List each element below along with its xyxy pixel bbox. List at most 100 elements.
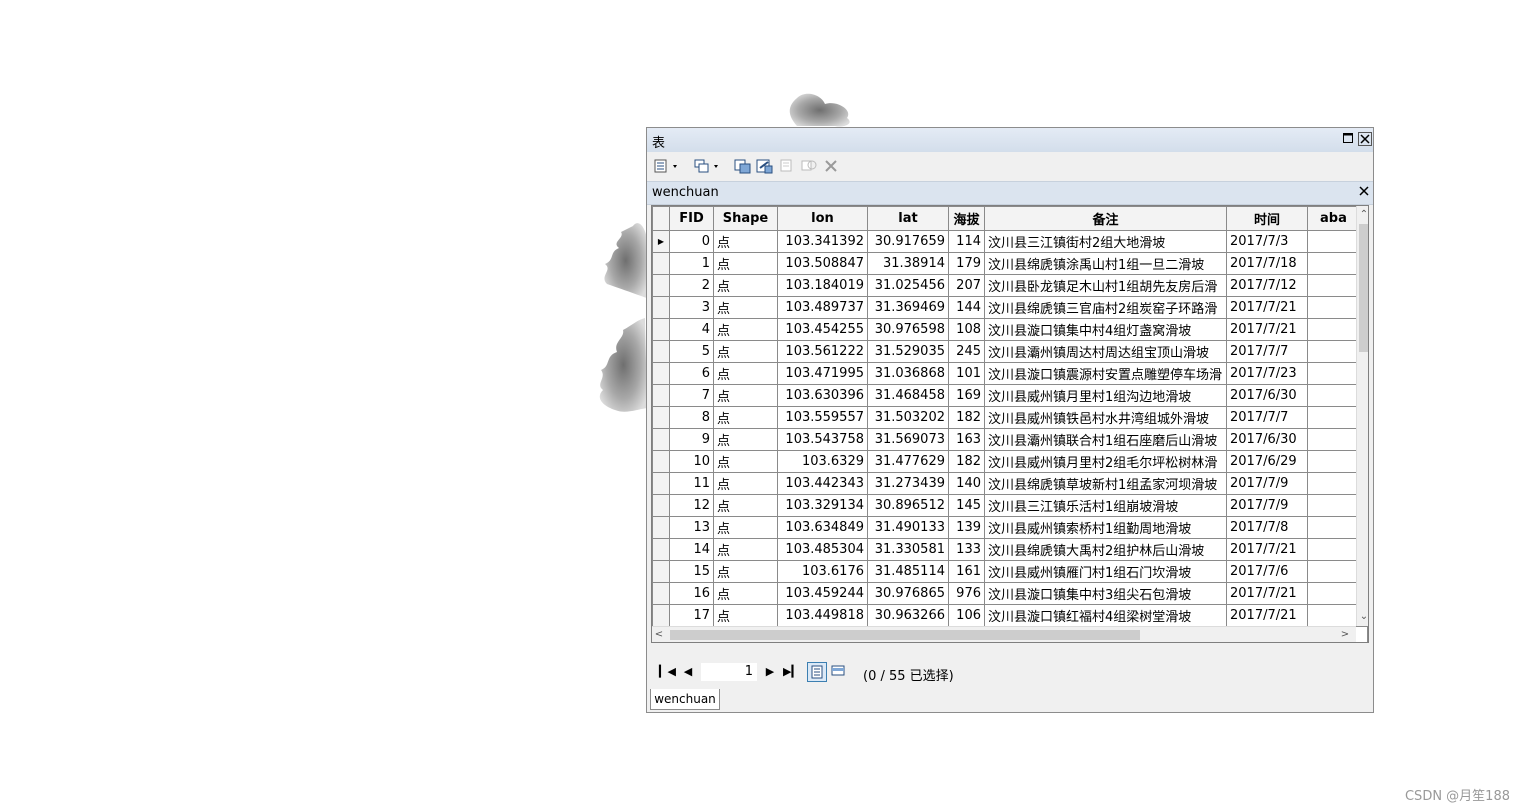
table-cell[interactable]: 179 [948, 252, 985, 275]
table-cell[interactable]: 10 [669, 450, 714, 473]
table-row[interactable]: 14 点 103.485304 31.330581 133 汶川县绵虒镇大禹村2组护林后山… [652, 538, 1368, 561]
table-cell[interactable]: 汶川县威州镇月里村1组沟边地滑坡 [984, 384, 1227, 407]
table-cell[interactable]: 2017/7/7 [1226, 340, 1308, 363]
table-cell[interactable]: 31.529035 [867, 340, 949, 363]
zoom-to-selected-icon[interactable] [799, 158, 819, 176]
table-cell[interactable]: 103.561222 [777, 340, 868, 363]
scroll-up-icon[interactable]: ⌃ [1357, 208, 1368, 222]
table-options-icon[interactable] [653, 158, 681, 176]
table-cell[interactable]: 31.330581 [867, 538, 949, 561]
table-cell[interactable]: 103.485304 [777, 538, 868, 561]
table-cell[interactable]: 汶川县威州镇铁邑村水井湾组城外滑坡 [984, 406, 1227, 429]
table-cell[interactable]: 点 [713, 252, 778, 275]
table-cell[interactable]: 8 [669, 406, 714, 429]
table-cell[interactable]: 2017/7/7 [1226, 406, 1308, 429]
row-selector[interactable] [652, 340, 670, 363]
table-cell[interactable]: 31.273439 [867, 472, 949, 495]
maximize-icon[interactable] [1341, 132, 1355, 146]
table-cell[interactable]: 31.036868 [867, 362, 949, 385]
previous-record-icon[interactable]: ◀ [681, 665, 695, 679]
table-row[interactable]: 2 点 103.184019 31.025456 207 汶川县卧龙镇足木山村1组胡先友房… [652, 274, 1368, 297]
table-cell[interactable]: 汶川县威州镇雁门村1组石门坎滑坡 [984, 560, 1227, 583]
table-cell[interactable]: 5 [669, 340, 714, 363]
table-cell[interactable]: 点 [713, 516, 778, 539]
show-all-records-icon[interactable] [807, 662, 827, 682]
row-selector[interactable] [652, 428, 670, 451]
table-cell[interactable]: 103.471995 [777, 362, 868, 385]
scroll-right-icon[interactable]: > [1338, 628, 1352, 642]
table-cell[interactable]: 31.38914 [867, 252, 949, 275]
table-cell[interactable]: 点 [713, 406, 778, 429]
table-cell[interactable]: 1 [669, 252, 714, 275]
table-cell[interactable]: 30.963266 [867, 604, 949, 627]
table-cell[interactable]: 2017/7/12 [1226, 274, 1308, 297]
table-cell[interactable]: 汶川县漩口镇集中村4组灯盏窝滑坡 [984, 318, 1227, 341]
table-row[interactable]: 3 点 103.489737 31.369469 144 汶川县绵虒镇三官庙村2组炭窑子环… [652, 296, 1368, 319]
table-cell[interactable]: 30.976598 [867, 318, 949, 341]
table-cell[interactable]: 2 [669, 274, 714, 297]
row-selector[interactable] [652, 582, 670, 605]
table-cell[interactable]: 103.459244 [777, 582, 868, 605]
table-cell[interactable]: 31.025456 [867, 274, 949, 297]
table-cell[interactable]: 30.917659 [867, 230, 949, 253]
table-cell[interactable]: 汶川县漩口镇红福村4组梁树堂滑坡 [984, 604, 1227, 627]
table-cell[interactable]: 103.329134 [777, 494, 868, 517]
table-cell[interactable]: 17 [669, 604, 714, 627]
related-tables-icon[interactable] [693, 158, 721, 176]
table-row[interactable]: 16 点 103.459244 30.976865 976 汶川县漩口镇集中村3组尖石包滑… [652, 582, 1368, 605]
table-cell[interactable]: 点 [713, 494, 778, 517]
table-cell[interactable]: 7 [669, 384, 714, 407]
vertical-scrollbar[interactable]: ⌃ ⌄ [1356, 206, 1368, 626]
table-cell[interactable]: 4 [669, 318, 714, 341]
table-cell[interactable]: 207 [948, 274, 985, 297]
table-row[interactable]: 1 点 103.508847 31.38914 179 汶川县绵虒镇涂禹山村1组一旦二滑坡… [652, 252, 1368, 275]
table-cell[interactable]: 2017/7/21 [1226, 296, 1308, 319]
table-cell[interactable]: 点 [713, 296, 778, 319]
delete-selected-icon[interactable] [821, 158, 841, 176]
table-cell[interactable]: 2017/7/23 [1226, 362, 1308, 385]
table-cell[interactable]: 3 [669, 296, 714, 319]
table-cell[interactable]: 140 [948, 472, 985, 495]
table-cell[interactable]: 103.449818 [777, 604, 868, 627]
show-selected-records-icon[interactable] [829, 662, 849, 682]
table-cell[interactable]: 点 [713, 230, 778, 253]
row-selector[interactable] [652, 538, 670, 561]
vertical-scroll-thumb[interactable] [1359, 224, 1368, 352]
table-cell[interactable]: 汶川县灞州镇周达村周达组宝顶山滑坡 [984, 340, 1227, 363]
scroll-left-icon[interactable]: < [652, 628, 666, 642]
table-cell[interactable]: 103.6329 [777, 450, 868, 473]
table-cell[interactable]: 103.341392 [777, 230, 868, 253]
row-selector[interactable] [652, 274, 670, 297]
table-cell[interactable]: 汶川县绵虒镇大禹村2组护林后山滑坡 [984, 538, 1227, 561]
table-cell[interactable]: 汶川县威州镇索桥村1组勤周地滑坡 [984, 516, 1227, 539]
table-row[interactable]: 7 点 103.630396 31.468458 169 汶川县威州镇月里村1组沟边地滑坡… [652, 384, 1368, 407]
table-cell[interactable]: 汶川县卧龙镇足木山村1组胡先友房后滑 [984, 274, 1227, 297]
table-cell[interactable]: 汶川县灞州镇联合村1组石座磨后山滑坡 [984, 428, 1227, 451]
table-cell[interactable]: 103.543758 [777, 428, 868, 451]
table-cell[interactable]: 103.454255 [777, 318, 868, 341]
table-cell[interactable]: 103.442343 [777, 472, 868, 495]
table-cell[interactable]: 163 [948, 428, 985, 451]
next-record-icon[interactable]: ▶ [763, 665, 777, 679]
table-cell[interactable]: 182 [948, 450, 985, 473]
table-cell[interactable]: 2017/7/9 [1226, 494, 1308, 517]
row-selector[interactable] [652, 296, 670, 319]
table-cell[interactable]: 133 [948, 538, 985, 561]
table-cell[interactable]: 31.503202 [867, 406, 949, 429]
table-cell[interactable]: 161 [948, 560, 985, 583]
table-cell[interactable]: 点 [713, 384, 778, 407]
column-header[interactable]: FID [669, 206, 714, 231]
table-cell[interactable]: 31.485114 [867, 560, 949, 583]
row-selector[interactable] [652, 494, 670, 517]
table-cell[interactable]: 点 [713, 450, 778, 473]
table-cell[interactable]: 点 [713, 604, 778, 627]
horizontal-scrollbar[interactable]: < > [652, 626, 1356, 642]
row-selector[interactable] [652, 450, 670, 473]
table-cell[interactable]: 2017/7/21 [1226, 538, 1308, 561]
row-selector[interactable] [652, 406, 670, 429]
table-cell[interactable]: 16 [669, 582, 714, 605]
table-cell[interactable]: 15 [669, 560, 714, 583]
table-row[interactable]: 5 点 103.561222 31.529035 245 汶川县灞州镇周达村周达组宝顶山滑… [652, 340, 1368, 363]
table-row[interactable]: 8 点 103.559557 31.503202 182 汶川县威州镇铁邑村水井湾组城外滑… [652, 406, 1368, 429]
column-header[interactable]: lon [777, 206, 868, 231]
